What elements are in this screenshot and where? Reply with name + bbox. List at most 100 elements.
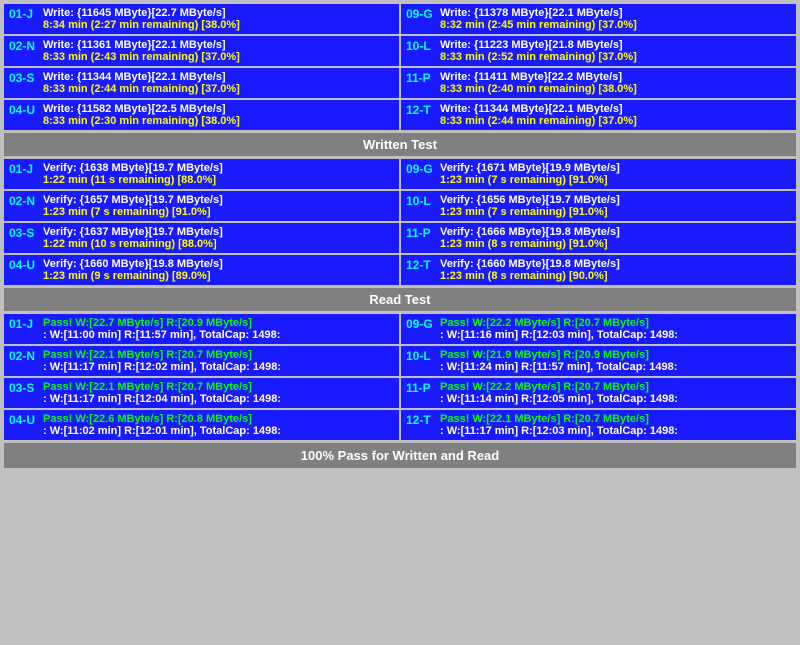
verify-cell-03s: 03-S Verify: {1637 MByte}[19.7 MByte/s] … (4, 223, 399, 253)
verify-line1-03s: Verify: {1637 MByte}[19.7 MByte/s] (43, 226, 394, 238)
write-line2-10l: 8:33 min (2:52 min remaining) [37.0%] (440, 51, 791, 63)
verify-cell-09g: 09-G Verify: {1671 MByte}[19.9 MByte/s] … (401, 159, 796, 189)
pass-line1-01j: Pass! W:[22.7 MByte/s] R:[20.9 MByte/s] (43, 317, 394, 329)
verify-device-id-11p: 11-P (406, 226, 436, 240)
verify-line1-09g: Verify: {1671 MByte}[19.9 MByte/s] (440, 162, 791, 174)
verify-device-id-04u: 04-U (9, 258, 39, 272)
write-line2-03s: 8:33 min (2:44 min remaining) [37.0%] (43, 83, 394, 95)
verify-line2-11p: 1:23 min (8 s remaining) [91.0%] (440, 238, 791, 250)
write-cell-02n: 02-N Write: {11361 MByte}[22.1 MByte/s] … (4, 36, 399, 66)
verify-line2-10l: 1:23 min (7 s remaining) [91.0%] (440, 206, 791, 218)
verify-cell-04u: 04-U Verify: {1660 MByte}[19.8 MByte/s] … (4, 255, 399, 285)
pass-device-id-01j: 01-J (9, 317, 39, 331)
pass-device-id-02n: 02-N (9, 349, 39, 363)
pass-cell-03s: 03-S Pass! W:[22.1 MByte/s] R:[20.7 MByt… (4, 378, 399, 408)
pass-cell-04u: 04-U Pass! W:[22.6 MByte/s] R:[20.8 MByt… (4, 410, 399, 440)
pass-cell-02n: 02-N Pass! W:[22.1 MByte/s] R:[20.7 MByt… (4, 346, 399, 376)
write-line2-11p: 8:33 min (2:40 min remaining) [38.0%] (440, 83, 791, 95)
verify-line2-01j: 1:22 min (11 s remaining) [88.0%] (43, 174, 394, 186)
verify-device-id-12t: 12-T (406, 258, 436, 272)
pass-line2-03s: : W:[11:17 min] R:[12:04 min], TotalCap:… (43, 393, 394, 405)
verify-line2-04u: 1:23 min (9 s remaining) [89.0%] (43, 270, 394, 282)
pass-cell-10l: 10-L Pass! W:[21.9 MByte/s] R:[20.9 MByt… (401, 346, 796, 376)
write-line2-12t: 8:33 min (2:44 min remaining) [37.0%] (440, 115, 791, 127)
write-cell-03s: 03-S Write: {11344 MByte}[22.1 MByte/s] … (4, 68, 399, 98)
verify-grid: 01-J Verify: {1638 MByte}[19.7 MByte/s] … (4, 159, 796, 285)
device-id-12t: 12-T (406, 103, 436, 117)
verify-device-id-10l: 10-L (406, 194, 436, 208)
write-cell-12t: 12-T Write: {11344 MByte}[22.1 MByte/s] … (401, 100, 796, 130)
pass-line1-10l: Pass! W:[21.9 MByte/s] R:[20.9 MByte/s] (440, 349, 791, 361)
write-test-header: Written Test (4, 133, 796, 156)
pass-line1-09g: Pass! W:[22.2 MByte/s] R:[20.7 MByte/s] (440, 317, 791, 329)
pass-device-id-10l: 10-L (406, 349, 436, 363)
write-line2-04u: 8:33 min (2:30 min remaining) [38.0%] (43, 115, 394, 127)
pass-cell-12t: 12-T Pass! W:[22.1 MByte/s] R:[20.7 MByt… (401, 410, 796, 440)
pass-line2-04u: : W:[11:02 min] R:[12:01 min], TotalCap:… (43, 425, 394, 437)
pass-line2-02n: : W:[11:17 min] R:[12:02 min], TotalCap:… (43, 361, 394, 373)
pass-line2-12t: : W:[11:17 min] R:[12:03 min], TotalCap:… (440, 425, 791, 437)
write-cell-04u: 04-U Write: {11582 MByte}[22.5 MByte/s] … (4, 100, 399, 130)
verify-line1-04u: Verify: {1660 MByte}[19.8 MByte/s] (43, 258, 394, 270)
write-grid: 01-J Write: {11645 MByte}[22.7 MByte/s] … (4, 4, 796, 130)
pass-line1-11p: Pass! W:[22.2 MByte/s] R:[20.7 MByte/s] (440, 381, 791, 393)
pass-line2-10l: : W:[11:24 min] R:[11:57 min], TotalCap:… (440, 361, 791, 373)
pass-device-id-12t: 12-T (406, 413, 436, 427)
write-line1-02n: Write: {11361 MByte}[22.1 MByte/s] (43, 39, 394, 51)
write-line1-09g: Write: {11378 MByte}[22.1 MByte/s] (440, 7, 791, 19)
write-cell-10l: 10-L Write: {11223 MByte}[21.8 MByte/s] … (401, 36, 796, 66)
verify-cell-01j: 01-J Verify: {1638 MByte}[19.7 MByte/s] … (4, 159, 399, 189)
pass-line1-12t: Pass! W:[22.1 MByte/s] R:[20.7 MByte/s] (440, 413, 791, 425)
pass-cell-11p: 11-P Pass! W:[22.2 MByte/s] R:[20.7 MByt… (401, 378, 796, 408)
verify-section: 01-J Verify: {1638 MByte}[19.7 MByte/s] … (4, 159, 796, 311)
pass-device-id-04u: 04-U (9, 413, 39, 427)
verify-cell-11p: 11-P Verify: {1666 MByte}[19.8 MByte/s] … (401, 223, 796, 253)
pass-device-id-09g: 09-G (406, 317, 436, 331)
footer-status: 100% Pass for Written and Read (4, 443, 796, 468)
main-container: 01-J Write: {11645 MByte}[22.7 MByte/s] … (0, 0, 800, 472)
pass-cell-01j: 01-J Pass! W:[22.7 MByte/s] R:[20.9 MByt… (4, 314, 399, 344)
pass-line1-04u: Pass! W:[22.6 MByte/s] R:[20.8 MByte/s] (43, 413, 394, 425)
verify-device-id-01j: 01-J (9, 162, 39, 176)
pass-line2-11p: : W:[11:14 min] R:[12:05 min], TotalCap:… (440, 393, 791, 405)
write-line1-04u: Write: {11582 MByte}[22.5 MByte/s] (43, 103, 394, 115)
pass-device-id-11p: 11-P (406, 381, 436, 395)
pass-line2-09g: : W:[11:16 min] R:[12:03 min], TotalCap:… (440, 329, 791, 341)
verify-line2-03s: 1:22 min (10 s remaining) [88.0%] (43, 238, 394, 250)
verify-line2-09g: 1:23 min (7 s remaining) [91.0%] (440, 174, 791, 186)
device-id-10l: 10-L (406, 39, 436, 53)
write-line2-09g: 8:32 min (2:45 min remaining) [37.0%] (440, 19, 791, 31)
device-id-03s: 03-S (9, 71, 39, 85)
write-line1-01j: Write: {11645 MByte}[22.7 MByte/s] (43, 7, 394, 19)
write-section: 01-J Write: {11645 MByte}[22.7 MByte/s] … (4, 4, 796, 156)
write-line1-12t: Write: {11344 MByte}[22.1 MByte/s] (440, 103, 791, 115)
verify-device-id-09g: 09-G (406, 162, 436, 176)
device-id-11p: 11-P (406, 71, 436, 85)
write-line2-02n: 8:33 min (2:43 min remaining) [37.0%] (43, 51, 394, 63)
write-cell-11p: 11-P Write: {11411 MByte}[22.2 MByte/s] … (401, 68, 796, 98)
verify-line1-02n: Verify: {1657 MByte}[19.7 MByte/s] (43, 194, 394, 206)
pass-line1-03s: Pass! W:[22.1 MByte/s] R:[20.7 MByte/s] (43, 381, 394, 393)
read-section: 01-J Pass! W:[22.7 MByte/s] R:[20.9 MByt… (4, 314, 796, 440)
verify-device-id-02n: 02-N (9, 194, 39, 208)
verify-line1-01j: Verify: {1638 MByte}[19.7 MByte/s] (43, 162, 394, 174)
verify-line2-02n: 1:23 min (7 s remaining) [91.0%] (43, 206, 394, 218)
verify-device-id-03s: 03-S (9, 226, 39, 240)
verify-cell-12t: 12-T Verify: {1660 MByte}[19.8 MByte/s] … (401, 255, 796, 285)
write-line1-10l: Write: {11223 MByte}[21.8 MByte/s] (440, 39, 791, 51)
verify-line1-12t: Verify: {1660 MByte}[19.8 MByte/s] (440, 258, 791, 270)
verify-line1-11p: Verify: {1666 MByte}[19.8 MByte/s] (440, 226, 791, 238)
pass-line1-02n: Pass! W:[22.1 MByte/s] R:[20.7 MByte/s] (43, 349, 394, 361)
write-line2-01j: 8:34 min (2:27 min remaining) [38.0%] (43, 19, 394, 31)
write-line1-11p: Write: {11411 MByte}[22.2 MByte/s] (440, 71, 791, 83)
read-test-header: Read Test (4, 288, 796, 311)
pass-line2-01j: : W:[11:00 min] R:[11:57 min], TotalCap:… (43, 329, 394, 341)
pass-device-id-03s: 03-S (9, 381, 39, 395)
write-cell-01j: 01-J Write: {11645 MByte}[22.7 MByte/s] … (4, 4, 399, 34)
device-id-02n: 02-N (9, 39, 39, 53)
write-line1-03s: Write: {11344 MByte}[22.1 MByte/s] (43, 71, 394, 83)
verify-cell-10l: 10-L Verify: {1656 MByte}[19.7 MByte/s] … (401, 191, 796, 221)
verify-cell-02n: 02-N Verify: {1657 MByte}[19.7 MByte/s] … (4, 191, 399, 221)
device-id-01j: 01-J (9, 7, 39, 21)
pass-cell-09g: 09-G Pass! W:[22.2 MByte/s] R:[20.7 MByt… (401, 314, 796, 344)
